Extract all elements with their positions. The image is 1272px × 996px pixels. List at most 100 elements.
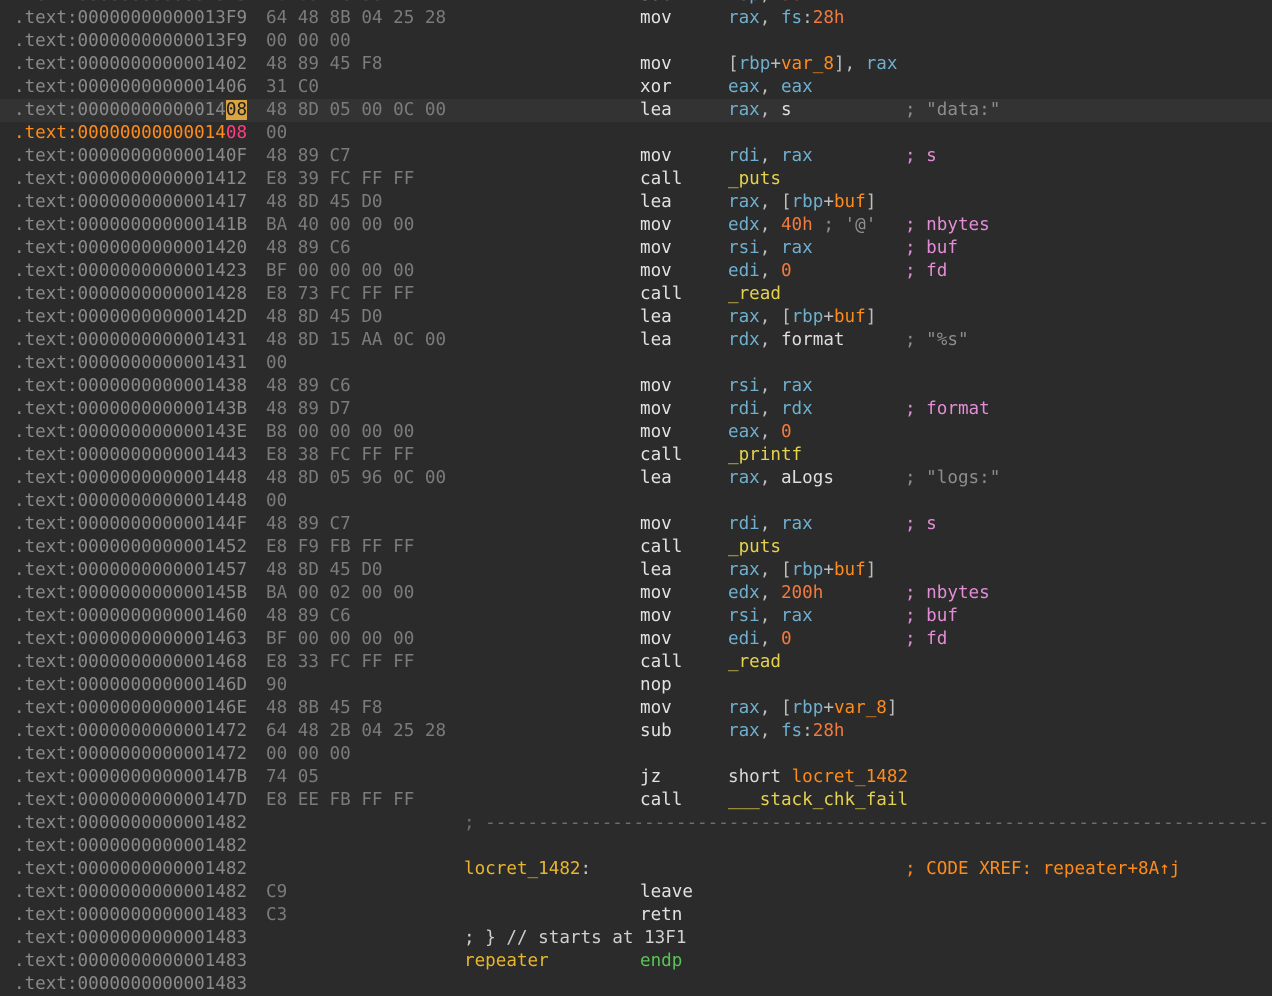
operand-token[interactable]: rax [866,54,898,74]
mnemonic[interactable]: call [640,283,682,306]
operands[interactable]: rsi, rax [728,375,813,398]
operand-token[interactable]: rax [728,560,760,580]
operand-token[interactable]: + [823,307,834,327]
listing-line[interactable]: .text:0000000000001483 repeater endp [0,950,1272,973]
operand-token[interactable]: 200h [781,583,823,603]
mnemonic[interactable]: mov [640,605,672,628]
mnemonic[interactable]: mov [640,421,672,444]
operands[interactable]: rdi, rax [728,513,813,536]
mnemonic[interactable]: mov [640,145,672,168]
listing-line[interactable]: .text:0000000000001463 BF 00 00 00 00 mov e… [0,628,1272,651]
operand-token[interactable]: , [760,307,781,327]
operand-token[interactable]: rdx [781,399,813,419]
mnemonic[interactable]: call [640,168,682,191]
listing-line[interactable]: .text:000000000000147B 74 05 jz short locre… [0,766,1272,789]
operands[interactable]: rsi, rax [728,605,813,628]
listing-line[interactable]: .text:000000000000141B BA 40 00 00 00 mov e… [0,214,1272,237]
operand-token[interactable]: : [802,8,813,28]
operands[interactable]: eax, eax [728,76,813,99]
address[interactable]: .text:0000000000001402 [14,53,247,76]
operand-token[interactable]: rbp [739,54,771,74]
operand-token[interactable]: ] [866,307,877,327]
listing-line[interactable]: .text:0000000000001483 [0,973,1272,996]
listing-line[interactable]: .text:0000000000001402 48 89 45 F8 mov [rbp… [0,53,1272,76]
operand-token[interactable]: 40h [781,215,813,235]
address[interactable]: .text:0000000000001482 [14,812,247,835]
address[interactable]: .text:0000000000001431 [14,329,247,352]
listing-line[interactable]: .text:0000000000001468 E8 33 FC FF FF call… [0,651,1272,674]
operand-token[interactable]: rax [781,376,813,396]
operand-token[interactable]: rax [728,307,760,327]
operands[interactable]: _read [728,283,781,306]
mnemonic[interactable]: sub [640,720,672,743]
mnemonic[interactable]: mov [640,513,672,536]
address[interactable]: .text:00000000000013F5 [14,0,247,7]
operand-token[interactable]: [ [728,54,739,74]
operand-token[interactable]: , [760,238,781,258]
operand-token[interactable]: ] [866,192,877,212]
mnemonic[interactable]: call [640,444,682,467]
operand-token[interactable]: rsi [728,606,760,626]
operand-token[interactable]: buf [834,192,866,212]
mnemonic[interactable]: endp [640,950,682,973]
mnemonic[interactable]: lea [640,329,672,352]
operand-token[interactable]: + [823,192,834,212]
operand-token[interactable]: rbp [792,698,824,718]
code-label[interactable]: locret_1482: [464,858,591,881]
listing-line[interactable]: .text:000000000000140F 48 89 C7 mov rdi, ra… [0,145,1272,168]
listing-line[interactable]: .text:0000000000001420 48 89 C6 mov rsi, ra… [0,237,1272,260]
listing-line[interactable]: .text:0000000000001406 31 C0 xor eax, eax [0,76,1272,99]
operands[interactable]: ___stack_chk_fail [728,789,908,812]
operand-token[interactable]: [ [781,560,792,580]
operand-token[interactable]: rsp [728,0,760,5]
address[interactable]: .text:0000000000001438 [14,375,247,398]
address[interactable]: .text:0000000000001482 [14,881,247,904]
disassembly-listing[interactable]: .text:00000000000013F5 48 83 EC 30 sub rsp,… [0,0,1272,994]
listing-line[interactable]: .text:0000000000001412 E8 39 FC FF FF call… [0,168,1272,191]
operand-token[interactable]: , [760,0,781,5]
address[interactable]: .text:0000000000001483 [14,950,247,973]
mnemonic[interactable]: mov [640,582,672,605]
operand-token[interactable]: eax [728,77,760,97]
operand-token[interactable]: + [823,560,834,580]
operand-token[interactable]: , [760,399,781,419]
operand-token[interactable]: var_8 [781,54,834,74]
address[interactable]: .text:0000000000001460 [14,605,247,628]
operand-token[interactable]: short [728,767,792,787]
listing-line[interactable]: .text:0000000000001428 E8 73 FC FF FF call… [0,283,1272,306]
listing-line[interactable]: .text:0000000000001482 [0,835,1272,858]
operand-token[interactable]: aLogs [781,468,834,488]
listing-line[interactable]: .text:00000000000013F9 64 48 8B 04 25 28 m… [0,7,1272,30]
mnemonic[interactable]: sub [640,0,672,7]
listing-line[interactable]: .text:000000000000143E B8 00 00 00 00 mov e… [0,421,1272,444]
listing-line[interactable]: .text:0000000000001448 48 8D 05 96 0C 00 l… [0,467,1272,490]
listing-line[interactable]: .text:000000000000146E 48 8B 45 F8 mov rax,… [0,697,1272,720]
operands[interactable]: edi, 0 [728,628,792,651]
listing-line[interactable]: .text:0000000000001460 48 89 C6 mov rsi, ra… [0,605,1272,628]
mnemonic[interactable]: call [640,789,682,812]
address[interactable]: .text:0000000000001482 [14,858,247,881]
operand-token[interactable]: rax [781,606,813,626]
operand-token[interactable]: rax [728,100,760,120]
listing-line[interactable]: .text:000000000000146D 90 nop [0,674,1272,697]
address[interactable]: .text:0000000000001483 [14,904,247,927]
listing-line[interactable]: .text:0000000000001417 48 8D 45 D0 lea rax,… [0,191,1272,214]
operands[interactable]: rsp, 30h [728,0,813,7]
operands[interactable]: rdx, format [728,329,845,352]
listing-line[interactable]: .text:0000000000001448 00 [0,490,1272,513]
address[interactable]: .text:0000000000001417 [14,191,247,214]
mnemonic[interactable]: lea [640,306,672,329]
address[interactable]: .text:000000000000147B [14,766,247,789]
listing-line[interactable]: .text:000000000000145B BA 00 02 00 00 mov e… [0,582,1272,605]
operands[interactable]: rax, [rbp+buf] [728,306,876,329]
listing-line[interactable]: .text:0000000000001482 ; ----------------… [0,812,1272,835]
mnemonic[interactable]: jz [640,766,661,789]
operands[interactable]: _read [728,651,781,674]
operand-token[interactable]: rax [781,514,813,534]
operands[interactable]: short locret_1482 [728,766,908,789]
operands[interactable]: rax, s [728,99,792,122]
operand-token[interactable]: 0 [781,629,792,649]
operand-token[interactable]: , [760,468,781,488]
address[interactable]: .text:0000000000001428 [14,283,247,306]
listing-line[interactable]: .text:0000000000001408 00 [0,122,1272,145]
